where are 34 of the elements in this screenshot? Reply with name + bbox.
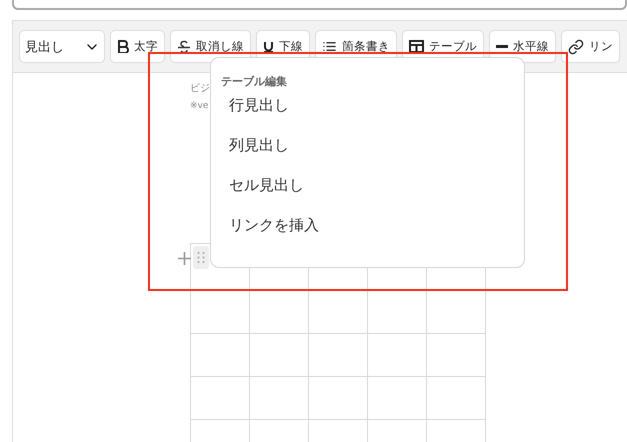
bullet-list-icon	[322, 39, 337, 54]
table-cell[interactable]	[191, 334, 250, 377]
heading-select[interactable]: 見出し	[19, 30, 105, 63]
table-cell[interactable]	[427, 291, 486, 334]
table-cell[interactable]	[191, 377, 250, 420]
menu-item[interactable]: 行見出し	[221, 94, 514, 134]
format-button[interactable]: 太字	[110, 30, 165, 63]
table-icon	[409, 40, 424, 53]
strikethrough-icon	[177, 40, 191, 54]
underline-icon	[263, 40, 274, 52]
link-icon	[568, 38, 584, 54]
menu-title: テーブル編集	[221, 74, 288, 89]
table-cell[interactable]	[309, 291, 368, 334]
text-field[interactable]	[12, 0, 627, 10]
table-cell[interactable]	[427, 334, 486, 377]
menu-item[interactable]: リンクを挿入	[221, 214, 514, 254]
table-cell[interactable]	[309, 377, 368, 420]
menu-item[interactable]: 列見出し	[221, 134, 514, 174]
plus-icon[interactable]	[178, 252, 191, 265]
table-cell[interactable]	[250, 291, 309, 334]
drag-handle-icon[interactable]	[193, 246, 209, 269]
table-cell[interactable]	[250, 334, 309, 377]
body-text: ビジ	[190, 82, 210, 95]
table-cell[interactable]	[368, 377, 427, 420]
bold-icon	[117, 40, 129, 53]
table-cell[interactable]	[250, 377, 309, 420]
table-cell[interactable]	[368, 291, 427, 334]
table-cell[interactable]	[309, 334, 368, 377]
menu-item[interactable]: セル見出し	[221, 174, 514, 214]
format-button[interactable]: リン	[561, 30, 620, 63]
body-text: ※ve	[190, 101, 208, 113]
table-cell[interactable]	[191, 291, 250, 334]
table-cell[interactable]	[368, 334, 427, 377]
table-cell[interactable]	[427, 377, 486, 420]
